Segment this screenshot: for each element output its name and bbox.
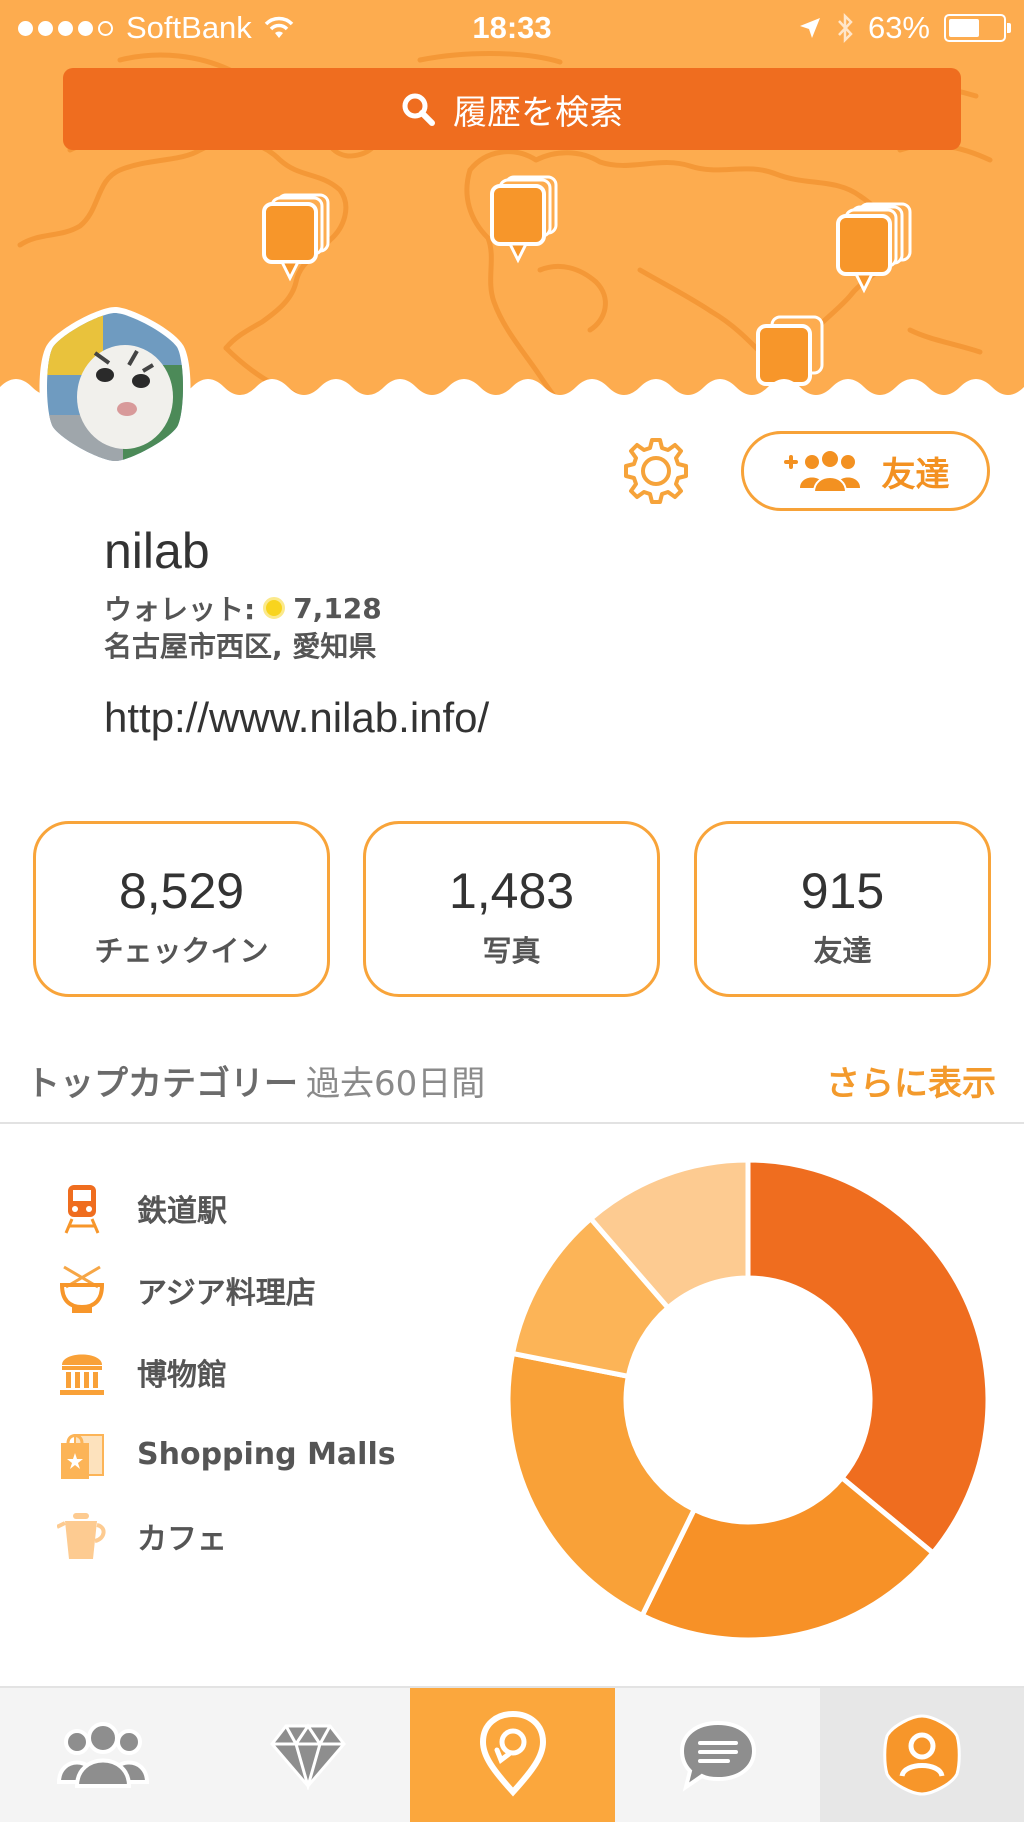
coin-icon xyxy=(263,597,286,619)
wallet-amount: 7,128 xyxy=(293,591,382,625)
category-label: 鉄道駅 xyxy=(137,1194,227,1229)
website-link[interactable]: http://www.nilab.info/ xyxy=(104,694,489,742)
friends-icon xyxy=(56,1722,149,1788)
search-placeholder: 履歴を検索 xyxy=(453,92,623,133)
shopping-bag-icon xyxy=(55,1427,109,1481)
coffee-pot-icon xyxy=(55,1509,109,1563)
stat-value: 8,529 xyxy=(118,863,245,919)
wallet: ウォレット: 7,128 xyxy=(104,588,382,628)
category-label: カフェ xyxy=(137,1522,227,1557)
category-item[interactable]: 鉄道駅 xyxy=(55,1178,227,1238)
gems-tab[interactable] xyxy=(205,1688,410,1822)
location-arrow-icon xyxy=(799,18,820,38)
category-item[interactable]: Shopping Malls xyxy=(55,1424,396,1484)
add-friends-button[interactable]: 友達 xyxy=(741,431,990,511)
top-categories-header: トップカテゴリー 過去60日間 xyxy=(26,1056,485,1105)
profile-tab[interactable] xyxy=(820,1688,1024,1822)
history-search-input[interactable]: 履歴を検索 xyxy=(63,68,961,150)
stat-label: 友達 xyxy=(813,934,872,968)
stat-friends[interactable]: 915 友達 xyxy=(694,821,991,997)
gear-icon xyxy=(624,438,688,504)
stat-value: 1,483 xyxy=(448,863,575,919)
bluetooth-icon xyxy=(838,13,853,43)
wallet-label: ウォレット: xyxy=(104,593,256,626)
diamond-icon xyxy=(269,1723,346,1790)
chat-icon xyxy=(679,1720,756,1792)
location-checkin-icon xyxy=(479,1710,546,1797)
stat-photos[interactable]: 1,483 写真 xyxy=(363,821,660,997)
avatar[interactable] xyxy=(33,305,197,469)
username: nilab xyxy=(104,523,210,579)
friends-button-label: 友達 xyxy=(881,454,950,495)
category-item[interactable]: アジア料理店 xyxy=(55,1260,316,1320)
search-icon xyxy=(402,93,435,126)
friends-tab[interactable] xyxy=(0,1688,205,1822)
section-title: トップカテゴリー xyxy=(26,1064,298,1104)
category-label: アジア料理店 xyxy=(137,1276,316,1311)
museum-icon xyxy=(55,1345,109,1399)
tab-bar xyxy=(0,1686,1024,1822)
category-label: 博物館 xyxy=(137,1358,227,1393)
profile-icon xyxy=(883,1714,961,1796)
donut-slice xyxy=(745,1160,988,1557)
section-period: 過去60日間 xyxy=(306,1064,486,1104)
category-donut-chart xyxy=(508,1160,988,1640)
messages-tab[interactable] xyxy=(615,1688,820,1822)
show-more-button[interactable]: さらに表示 xyxy=(826,1056,996,1105)
stat-checkins[interactable]: 8,529 チェックイン xyxy=(33,821,330,997)
stat-label: チェックイン xyxy=(94,934,269,968)
home-location: 名古屋市西区, 愛知県 xyxy=(104,630,377,663)
stat-value: 915 xyxy=(800,863,885,919)
battery-percent: 63% xyxy=(867,10,930,45)
train-icon xyxy=(55,1181,109,1235)
category-item[interactable]: カフェ xyxy=(55,1506,227,1566)
settings-button[interactable] xyxy=(620,436,692,508)
battery-icon xyxy=(944,14,1011,42)
checkin-tab[interactable] xyxy=(410,1688,615,1822)
category-item[interactable]: 博物館 xyxy=(55,1342,227,1402)
section-divider xyxy=(0,1122,1024,1124)
category-label: Shopping Malls xyxy=(137,1436,396,1472)
stat-label: 写真 xyxy=(482,934,541,968)
bowl-icon xyxy=(55,1263,109,1317)
status-bar: SoftBank 18:33 63% xyxy=(0,0,1024,54)
add-friends-icon xyxy=(783,449,860,493)
